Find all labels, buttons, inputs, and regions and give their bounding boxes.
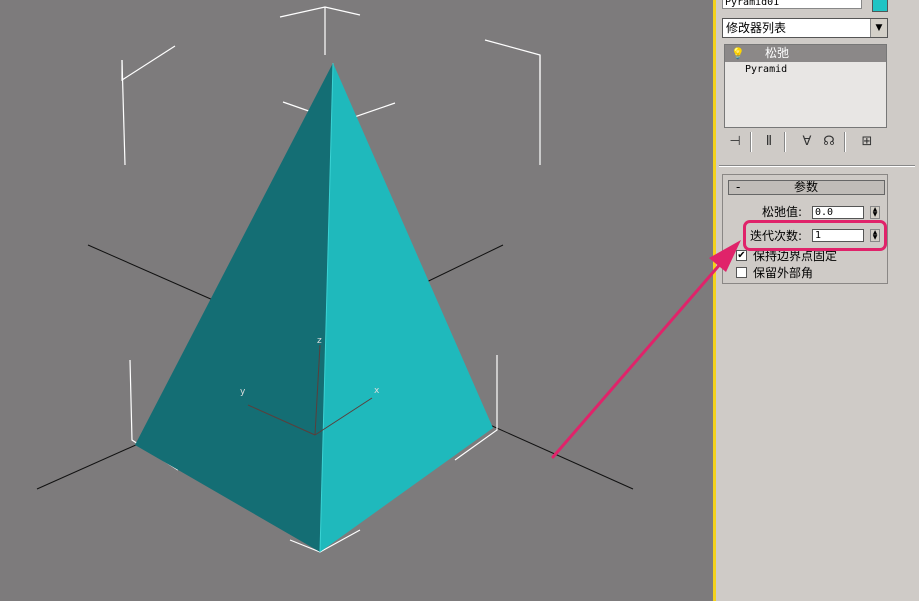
modifier-list-dropdown[interactable]: 修改器列表 ▼: [722, 18, 888, 38]
relax-value-label: 松弛值:: [762, 205, 803, 219]
lightbulb-icon[interactable]: 💡: [731, 45, 745, 62]
stack-toolbar: ⊣ Ⅱ ∀ ☊ ⊞: [724, 132, 889, 154]
pyramid-left-face: [135, 63, 333, 552]
axis-label-x: x: [374, 386, 380, 396]
relax-value-input[interactable]: 0.0: [812, 206, 864, 219]
axis-label-y: y: [240, 387, 246, 397]
modify-command-panel: Pyramid01 修改器列表 ▼ 💡 松弛 Pyramid ⊣ Ⅱ ∀ ☊ ⊞…: [716, 0, 919, 601]
rollout-header[interactable]: - 参数: [728, 180, 885, 195]
stack-item-pyramid[interactable]: Pyramid: [745, 64, 787, 75]
iterations-highlight-box: [743, 220, 887, 251]
stack-item-relax-label: 松弛: [765, 46, 790, 60]
grid-line: [489, 424, 634, 490]
rollout-title: 参数: [794, 180, 819, 194]
panel-divider: [719, 165, 915, 167]
collapse-icon[interactable]: -: [736, 181, 740, 194]
perspective-viewport[interactable]: y x z: [0, 0, 713, 601]
stack-item-relax[interactable]: 💡 松弛: [725, 45, 886, 62]
show-end-result-icon[interactable]: Ⅱ: [760, 133, 778, 151]
save-outer-corners-checkbox[interactable]: [736, 267, 747, 278]
object-name-field[interactable]: Pyramid01: [722, 0, 862, 9]
pin-stack-icon[interactable]: ⊣: [726, 133, 744, 151]
make-unique-icon[interactable]: ∀: [798, 133, 816, 151]
configure-modifier-sets-icon[interactable]: ⊞: [858, 133, 876, 151]
axis-label-z: z: [317, 336, 322, 346]
grid-line: [36, 439, 148, 490]
save-outer-corners-label: 保留外部角: [753, 266, 814, 280]
keep-boundary-checkbox[interactable]: ✔: [736, 250, 747, 261]
object-color-swatch[interactable]: [872, 0, 888, 12]
chevron-down-icon[interactable]: ▼: [870, 19, 887, 37]
grid-line: [87, 244, 214, 301]
remove-modifier-icon[interactable]: ☊: [820, 133, 838, 151]
modifier-stack[interactable]: 💡 松弛 Pyramid: [724, 44, 887, 128]
modifier-list-label: 修改器列表: [726, 21, 787, 35]
pyramid-right-face: [320, 63, 493, 552]
toolbar-divider: [784, 132, 786, 152]
relax-value-spinner[interactable]: ▲ ▼: [870, 206, 880, 219]
toolbar-divider: [750, 132, 752, 152]
toolbar-divider: [844, 132, 846, 152]
viewport-scene: y x z: [36, 6, 634, 553]
